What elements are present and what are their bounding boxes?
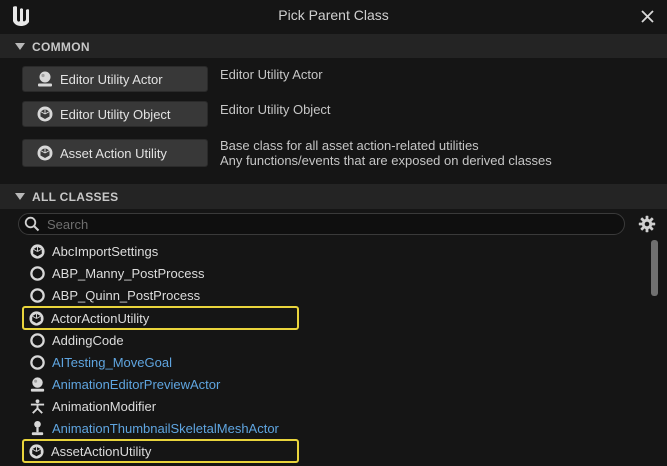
search-box[interactable]	[18, 213, 625, 235]
all-classes-header-label: ALL CLASSES	[32, 189, 119, 204]
list-item[interactable]: AnimationEditorPreviewActor	[24, 373, 296, 395]
circle-icon	[30, 354, 45, 370]
common-classes-panel: Editor Utility Actor Editor Utility Acto…	[0, 58, 667, 182]
window-title: Pick Parent Class	[278, 7, 389, 23]
list-item-label: ABP_Quinn_PostProcess	[52, 287, 201, 303]
list-item-label: AnimationModifier	[52, 398, 157, 414]
actor-icon	[38, 71, 52, 87]
search-row	[0, 208, 667, 240]
search-input[interactable]	[47, 214, 617, 234]
list-scrollbar[interactable]	[651, 240, 658, 296]
list-item-label: AbcImportSettings	[52, 243, 159, 259]
search-icon	[24, 216, 40, 232]
object-icon	[37, 145, 53, 161]
editor-utility-actor-button[interactable]: Editor Utility Actor	[22, 66, 208, 92]
editor-utility-object-button[interactable]: Editor Utility Object	[22, 101, 208, 127]
list-item-label: AnimationEditorPreviewActor	[52, 376, 221, 392]
common-section-header[interactable]: COMMON	[0, 34, 667, 59]
common-header-label: COMMON	[32, 39, 90, 54]
asset-action-utility-description-line2: Any functions/events that are exposed on…	[220, 153, 552, 168]
circle-icon	[30, 287, 45, 303]
asset-action-utility-description-line1: Base class for all asset action-related …	[220, 138, 479, 153]
title-bar: Pick Parent Class	[0, 0, 667, 32]
list-item-label: AddingCode	[52, 332, 124, 348]
skeletal-icon	[31, 420, 44, 435]
editor-utility-actor-description: Editor Utility Actor	[220, 67, 323, 82]
object-icon	[30, 243, 45, 259]
class-list[interactable]: AbcImportSettings ABP_Manny_PostProcess …	[0, 240, 667, 466]
list-item-label: AnimationThumbnailSkeletalMeshActor	[52, 420, 279, 436]
list-item-label: ABP_Manny_PostProcess	[52, 265, 205, 281]
actor-icon	[30, 376, 45, 392]
list-item[interactable]: AnimationModifier	[24, 395, 296, 417]
object-icon	[29, 443, 44, 459]
circle-icon	[30, 332, 45, 348]
list-item-highlighted[interactable]: AssetActionUtility	[22, 439, 299, 463]
list-item-label: AITesting_MoveGoal	[52, 354, 172, 370]
circle-icon	[30, 265, 45, 281]
list-item[interactable]: AbcImportSettings	[24, 240, 296, 262]
editor-utility-actor-label: Editor Utility Actor	[60, 71, 163, 87]
all-classes-section-header[interactable]: ALL CLASSES	[0, 184, 667, 209]
asset-action-utility-label: Asset Action Utility	[60, 145, 167, 161]
list-item[interactable]: AITesting_MoveGoal	[24, 351, 296, 373]
collapse-arrow-icon	[15, 193, 25, 200]
close-icon	[640, 9, 654, 23]
close-button[interactable]	[637, 6, 657, 26]
list-item-label: ActorActionUtility	[51, 310, 150, 326]
asset-action-utility-button[interactable]: Asset Action Utility	[22, 139, 208, 167]
object-icon	[37, 106, 53, 122]
list-item[interactable]: ABP_Manny_PostProcess	[24, 262, 296, 284]
object-icon	[29, 310, 44, 326]
list-item-label: AssetActionUtility	[51, 443, 152, 459]
list-item[interactable]: ABP_Quinn_PostProcess	[24, 284, 296, 306]
editor-utility-object-label: Editor Utility Object	[60, 106, 171, 122]
list-item[interactable]: AnimationThumbnailSkeletalMeshActor	[24, 417, 296, 439]
list-item[interactable]: AddingCode	[24, 329, 296, 351]
list-item-highlighted[interactable]: ActorActionUtility	[22, 306, 299, 330]
gear-icon[interactable]	[638, 215, 656, 233]
modifier-icon	[30, 398, 45, 414]
editor-utility-object-description: Editor Utility Object	[220, 102, 331, 117]
collapse-arrow-icon	[15, 43, 25, 50]
